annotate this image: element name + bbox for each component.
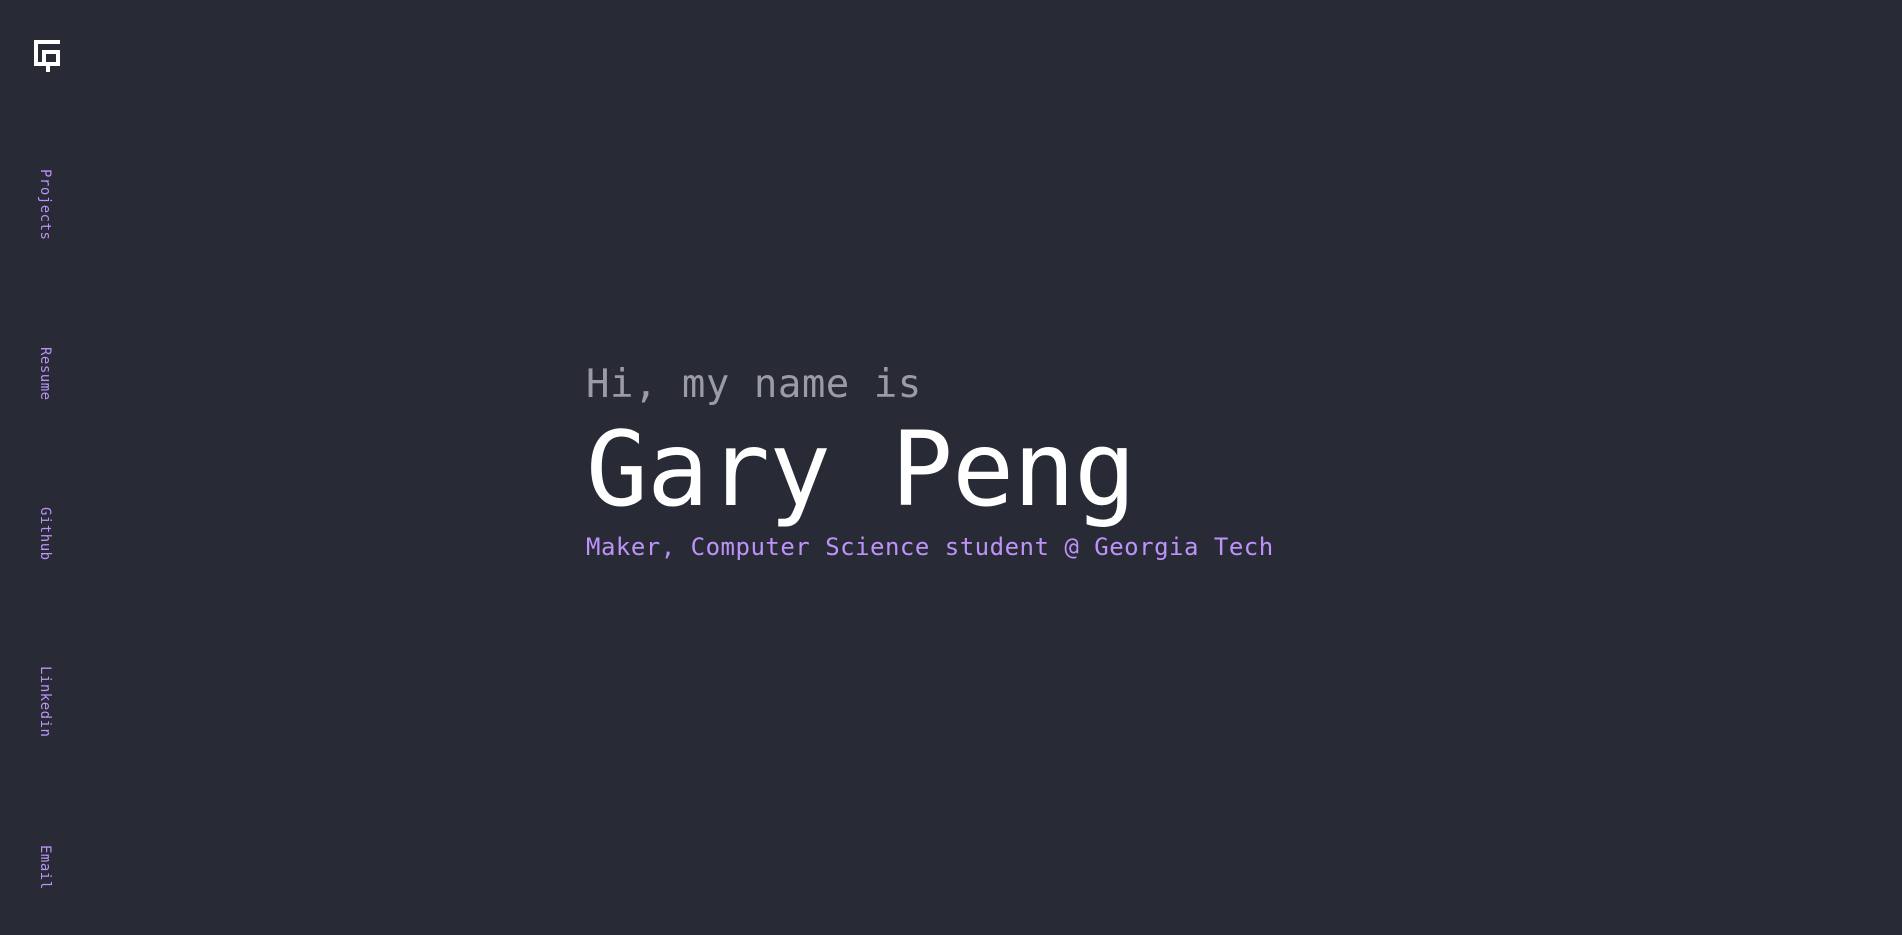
nav-link-label: Resume xyxy=(37,347,53,401)
hero-tagline: Maker, Computer Science student @ Georgi… xyxy=(586,533,1274,561)
nav-link-label: Linkedin xyxy=(37,666,53,738)
nav-link-label: Email xyxy=(37,844,53,890)
hero-section: Hi, my name is Gary Peng Maker, Computer… xyxy=(586,360,1274,564)
nav-link-email[interactable]: Email xyxy=(30,842,60,892)
nav-link-linkedin[interactable]: Linkedin xyxy=(30,662,60,742)
nav-link-label: Github xyxy=(37,507,53,561)
nav-link-label: Projects xyxy=(37,169,53,241)
hero-greeting: Hi, my name is xyxy=(586,362,922,407)
nav-link-github[interactable]: Github xyxy=(30,504,60,564)
side-navigation: Projects Resume Github Linkedin Email xyxy=(30,0,60,935)
hero-name: Gary Peng xyxy=(586,410,1136,530)
nav-link-resume[interactable]: Resume xyxy=(30,344,60,404)
nav-link-projects[interactable]: Projects xyxy=(30,166,60,244)
